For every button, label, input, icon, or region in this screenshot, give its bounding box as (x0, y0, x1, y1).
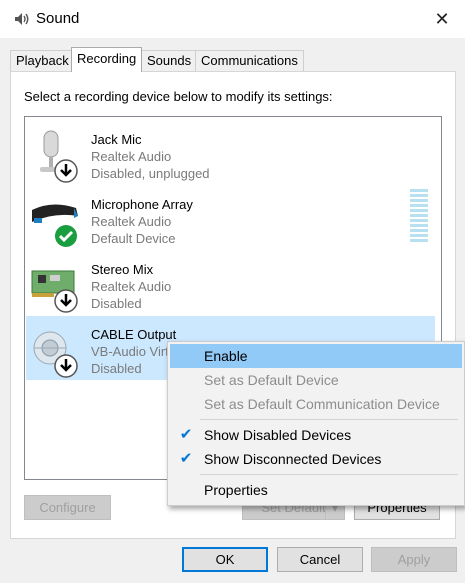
instruction-text: Select a recording device below to modif… (24, 89, 333, 104)
menu-item-label: Properties (204, 482, 268, 498)
cancel-button[interactable]: Cancel (277, 547, 363, 572)
device-name: CABLE Output (91, 327, 177, 342)
menu-separator (200, 419, 458, 420)
device-driver: Realtek Audio (91, 279, 172, 294)
tab-recording[interactable]: Recording (71, 47, 143, 72)
device-driver: Realtek Audio (91, 149, 172, 164)
device-status: Disabled, unplugged (91, 166, 210, 181)
menu-item-enable[interactable]: Enable (170, 344, 462, 368)
sound-card-icon (31, 270, 78, 313)
tab-sounds[interactable]: Sounds (141, 50, 198, 71)
apply-button[interactable]: Apply (371, 547, 457, 572)
microphone-icon (40, 130, 78, 183)
close-button[interactable]: ✕ (419, 0, 465, 38)
tab-communications[interactable]: Communications (195, 50, 304, 71)
microphone-array-icon (32, 204, 78, 247)
menu-item-label: Show Disconnected Devices (204, 451, 382, 467)
device-item-jack-mic[interactable]: Jack Mic Realtek Audio Disabled, unplugg… (26, 121, 435, 185)
checkmark-icon: ✔ (179, 426, 193, 443)
device-item-stereo-mix[interactable]: Stereo Mix Realtek Audio Disabled (26, 251, 435, 315)
context-menu: Enable Set as Default Device Set as Defa… (167, 341, 465, 506)
level-meter (410, 189, 428, 243)
device-name: Jack Mic (91, 132, 142, 147)
device-driver: Realtek Audio (91, 214, 172, 229)
cable-icon (33, 331, 78, 378)
menu-item-properties[interactable]: Properties (170, 478, 462, 502)
menu-separator (200, 474, 458, 475)
speaker-icon (15, 13, 29, 25)
menu-item-set-default-device[interactable]: Set as Default Device (170, 368, 462, 392)
device-status: Disabled (91, 296, 142, 311)
menu-item-show-disabled-devices[interactable]: ✔ Show Disabled Devices (170, 423, 462, 447)
device-status: Default Device (91, 231, 176, 246)
device-name: Stereo Mix (91, 262, 154, 277)
device-name: Microphone Array (91, 197, 193, 212)
menu-item-label: Enable (204, 348, 248, 364)
configure-button[interactable]: Configure (24, 495, 111, 520)
ok-button[interactable]: OK (182, 547, 268, 572)
device-driver: VB-Audio Virt (91, 344, 169, 359)
menu-item-set-default-communication-device[interactable]: Set as Default Communication Device (170, 392, 462, 416)
checkmark-icon: ✔ (179, 450, 193, 467)
device-status: Disabled (91, 361, 142, 376)
menu-item-label: Set as Default Communication Device (204, 396, 440, 412)
window-title: Sound (36, 10, 80, 27)
menu-item-label: Set as Default Device (204, 372, 339, 388)
menu-item-show-disconnected-devices[interactable]: ✔ Show Disconnected Devices (170, 447, 462, 471)
title-bar: Sound ✕ (0, 0, 465, 38)
device-item-microphone-array[interactable]: Microphone Array Realtek Audio Default D… (26, 186, 435, 250)
tab-playback[interactable]: Playback (10, 50, 75, 71)
menu-item-label: Show Disabled Devices (204, 427, 352, 443)
